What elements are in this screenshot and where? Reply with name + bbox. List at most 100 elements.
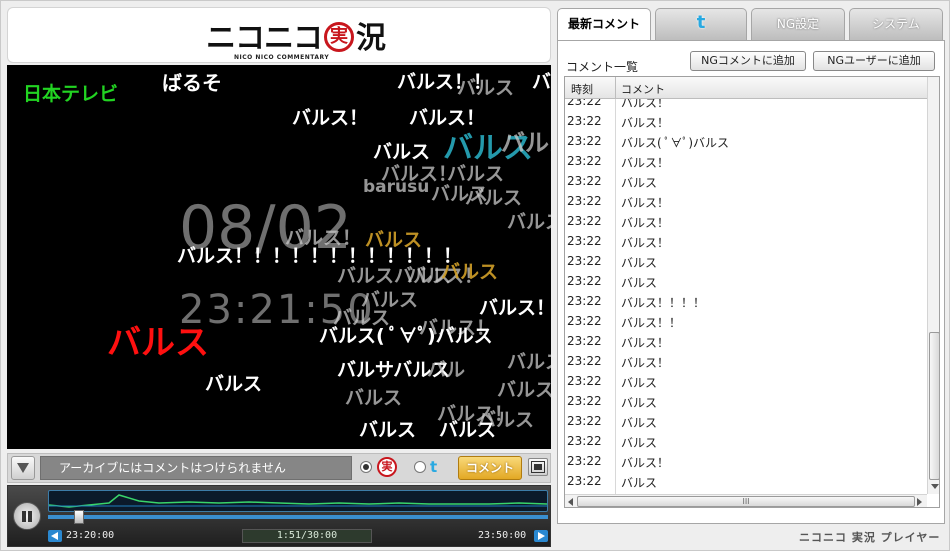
logo-text-right: 況: [356, 21, 386, 56]
row-separator: [615, 191, 616, 211]
table-row[interactable]: 23:22 バルス: [565, 391, 927, 411]
vertical-scroll-thumb[interactable]: [929, 332, 939, 480]
arrow-down-icon: [931, 484, 939, 489]
overlay-comment: バルス: [457, 77, 515, 99]
row-separator: [615, 151, 616, 171]
control-bar: アーカイブにはコメントはつけられません 実 t コメント: [7, 453, 551, 483]
row-comment: バルス: [621, 376, 658, 390]
row-time: 23:22: [567, 394, 602, 408]
current-time: 1:51/30:00: [242, 529, 372, 543]
overlay-comment: バルス！: [292, 107, 369, 129]
table-row[interactable]: 23:22 バルス: [565, 371, 927, 391]
table-row[interactable]: 23:22 バルス！: [565, 111, 927, 131]
column-header-time[interactable]: 時刻: [571, 81, 593, 97]
tab-ng-settings[interactable]: NG設定: [751, 8, 845, 40]
arrow-right-icon[interactable]: [917, 498, 922, 506]
post-to-twitter-radio[interactable]: [414, 461, 426, 473]
seek-handle[interactable]: [74, 510, 84, 524]
tab-system[interactable]: システム: [849, 8, 943, 40]
row-separator: [615, 311, 616, 331]
overlay-comment: バルス！: [497, 379, 551, 401]
row-separator: [615, 391, 616, 411]
row-separator: [615, 231, 616, 251]
table-row[interactable]: 23:22 バルス！！！！: [565, 291, 927, 311]
overlay-comment: バルス: [345, 387, 403, 409]
row-time: 23:22: [567, 234, 602, 248]
table-row[interactable]: 23:22 バルス: [565, 171, 927, 191]
row-separator: [615, 251, 616, 271]
table-row[interactable]: 23:22 バルス！: [565, 191, 927, 211]
row-comment: バルス！: [621, 356, 670, 370]
pause-button[interactable]: [13, 502, 41, 530]
row-comment: バルス: [621, 176, 658, 190]
overlay-comment: バルス: [107, 323, 209, 363]
jikkyo-seal-icon: 実: [377, 457, 397, 477]
horizontal-scrollbar[interactable]: III: [565, 494, 927, 507]
comment-list-panel: コメント一覧 NGコメントに追加 NGユーザーに追加 23:22 バルス！ 23:2…: [557, 40, 945, 524]
logo-text-left: ニコニコ: [206, 21, 323, 56]
end-time: 23:50:00: [478, 530, 527, 541]
table-row[interactable]: 23:22 バルス！！: [565, 311, 927, 331]
row-comment: バルス！: [621, 336, 670, 350]
row-time: 23:22: [567, 314, 602, 328]
comment-table: 23:22 バルス！ 23:22 バルス！ 23:22 バルス( ﾟ∀ﾟ)バルス 23:22…: [564, 76, 940, 508]
row-comment: バルス！！: [621, 316, 682, 330]
row-time: 23:22: [567, 254, 602, 268]
logo-subtitle: NICO NICO COMMENTARY: [234, 54, 330, 61]
row-separator: [615, 171, 616, 191]
table-row[interactable]: 23:22 バルス: [565, 251, 927, 271]
table-row[interactable]: 23:22 バルス！: [565, 231, 927, 251]
row-separator: [615, 331, 616, 351]
table-header: 時刻 コメント: [565, 77, 927, 99]
seek-track[interactable]: [48, 515, 548, 519]
row-comment: バルス！: [621, 456, 670, 470]
comment-rows: 23:22 バルス！ 23:22 バルス！ 23:22 バルス( ﾟ∀ﾟ)バルス 23:22…: [565, 91, 927, 507]
table-row[interactable]: 23:22 バルス( ﾟ∀ﾟ)バルス: [565, 131, 927, 151]
row-separator: [615, 351, 616, 371]
tab-twitter[interactable]: t: [655, 8, 747, 40]
horizontal-scroll-thumb[interactable]: III: [577, 496, 915, 507]
table-row[interactable]: 23:22 バルス: [565, 271, 927, 291]
row-comment: バルス！: [621, 116, 670, 130]
chevron-down-icon: [17, 463, 29, 473]
row-comment: バルス！: [621, 216, 670, 230]
table-row[interactable]: 23:22 バルス: [565, 471, 927, 491]
nicojk-player-window: ニコニコ 実 況 NICO NICO COMMENTARY 日本テレビ 08/0…: [0, 0, 950, 551]
video-screen[interactable]: 日本テレビ 08/02 23:21:50 ばるそ バルス！！ババルス バルス！ バルス…: [7, 65, 551, 449]
row-separator: [615, 431, 616, 451]
table-row[interactable]: 23:22 バルス！: [565, 211, 927, 231]
table-row[interactable]: 23:22 バルス！: [565, 451, 927, 471]
table-row[interactable]: 23:22 バルス！: [565, 331, 927, 351]
post-to-jikkyo-radio[interactable]: [360, 461, 372, 473]
scroll-down-button[interactable]: [929, 480, 939, 492]
vertical-scrollbar[interactable]: [927, 77, 939, 494]
menu-dropdown-button[interactable]: [11, 456, 35, 480]
seek-back-button[interactable]: [48, 530, 62, 542]
row-time: 23:22: [567, 294, 602, 308]
add-ng-user-button[interactable]: NGユーザーに追加: [813, 51, 935, 71]
comment-input[interactable]: アーカイブにはコメントはつけられません: [40, 456, 352, 480]
table-row[interactable]: 23:22 バルス！: [565, 151, 927, 171]
fullscreen-button[interactable]: [528, 458, 548, 476]
seek-forward-button[interactable]: [534, 530, 548, 542]
comment-toggle-button[interactable]: コメント: [458, 456, 522, 480]
column-separator[interactable]: [615, 77, 616, 99]
tab-latest-comments[interactable]: 最新コメント: [557, 8, 651, 41]
table-row[interactable]: 23:22 バルス: [565, 431, 927, 451]
column-header-comment[interactable]: コメント: [621, 81, 665, 97]
row-time: 23:22: [567, 174, 602, 188]
overlay-comment: バルス: [359, 419, 417, 441]
table-row[interactable]: 23:22 バルス！: [565, 351, 927, 371]
overlay-comment: バルス: [439, 419, 497, 441]
overlay-comment: バルス: [441, 261, 499, 283]
row-time: 23:22: [567, 194, 602, 208]
row-comment: バルス( ﾟ∀ﾟ)バルス: [621, 136, 730, 150]
overlay-comment: バルス: [465, 187, 523, 209]
overlay-comment: バル: [427, 359, 466, 381]
arrow-left-icon[interactable]: [568, 498, 573, 506]
add-ng-comment-button[interactable]: NGコメントに追加: [690, 51, 806, 71]
comment-density-graph: [48, 490, 548, 512]
seek-area: 23:20:00 1:51/30:00 23:50:00: [7, 485, 551, 547]
table-row[interactable]: 23:22 バルス: [565, 411, 927, 431]
row-comment: バルス: [621, 436, 658, 450]
